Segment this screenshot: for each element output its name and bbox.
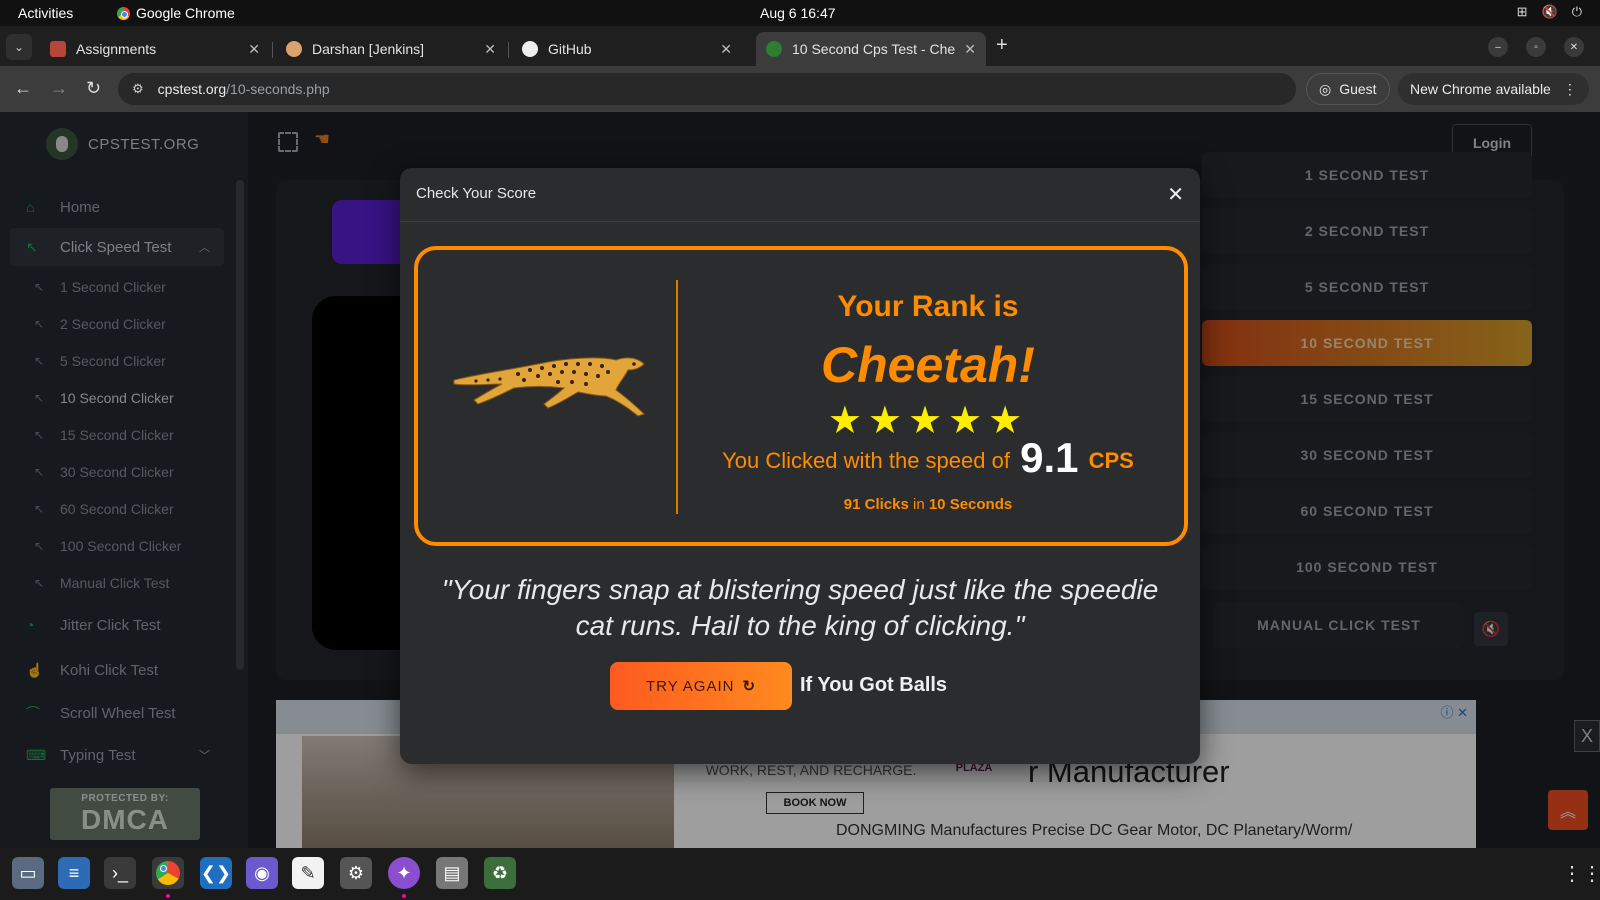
taskbar-dock: ▭ ≡ ›_ ❮❯ ◉ ✎ ⚙ ✦ ▤ ♻ ⋮⋮⋮ <box>0 848 1600 900</box>
guest-label: Guest <box>1339 81 1377 97</box>
cps-value: 9.1 <box>1020 434 1079 481</box>
chrome-app-icon[interactable] <box>152 857 184 898</box>
address-bar[interactable]: ⚙ cpstest.org/10-seconds.php <box>118 73 1296 105</box>
text-editor-icon[interactable]: ≡ <box>58 857 90 889</box>
clicks-count: 91 Clicks <box>843 496 909 513</box>
rank-name: Cheetah! <box>821 337 1035 393</box>
tab-title: Darshan [Jenkins] <box>312 41 425 57</box>
vscode-icon[interactable]: ❮❯ <box>200 857 232 889</box>
cheetah-image <box>448 334 658 434</box>
tab-title: GitHub <box>548 41 592 57</box>
app-menu[interactable]: Google Chrome <box>117 5 235 21</box>
profile-button[interactable]: ◎ Guest <box>1306 73 1390 105</box>
maximize-button[interactable]: ▫ <box>1526 37 1546 57</box>
url-host: cpstest.org <box>157 81 227 97</box>
app-name: Google Chrome <box>136 5 235 21</box>
activities-button[interactable]: Activities <box>18 5 73 21</box>
minimize-button[interactable]: – <box>1488 37 1508 57</box>
rank-label: Your Rank is <box>837 290 1019 323</box>
tab-github[interactable]: GitHub ✕ <box>512 32 742 66</box>
tab-divider <box>508 42 509 58</box>
cpstest-favicon-icon <box>766 41 782 57</box>
close-icon[interactable]: ✕ <box>484 41 496 58</box>
screenshot-icon[interactable]: ◉ <box>246 857 278 889</box>
volume-muted-icon: 🔇 <box>1541 4 1558 19</box>
tab-strip: ⌄ Assignments ✕ Darshan [Jenkins] ✕ GitH… <box>0 26 1600 66</box>
forward-button[interactable]: → <box>50 78 68 99</box>
app-launcher-icon[interactable]: ✦ <box>388 857 420 898</box>
close-icon[interactable]: ✕ <box>964 41 976 58</box>
person-icon: ◎ <box>1319 80 1332 97</box>
speed-line: You Clicked with the speed of 9.1 CPS <box>688 434 1168 482</box>
dare-text: If You Got Balls <box>800 674 948 696</box>
score-panel: Your Rank is Cheetah! ★★★★★ You Clicked … <box>414 246 1188 546</box>
close-icon: ✕ <box>1569 41 1579 53</box>
tab-title: 10 Second Cps Test - Che <box>792 41 956 57</box>
files-icon[interactable]: ▭ <box>12 857 44 889</box>
close-window-button[interactable]: ✕ <box>1564 37 1584 57</box>
trash-icon[interactable]: ♻ <box>484 857 516 889</box>
chevron-down-icon: ⌄ <box>13 40 25 54</box>
tab-jenkins[interactable]: Darshan [Jenkins] ✕ <box>276 32 506 66</box>
reload-icon: ↻ <box>86 78 102 98</box>
reload-button[interactable]: ↻ <box>86 78 101 99</box>
chrome-icon <box>117 6 130 20</box>
close-icon: ✕ <box>1167 184 1184 206</box>
arrow-left-icon: ← <box>14 78 32 98</box>
refresh-icon: ↻ <box>742 678 757 695</box>
plus-icon: + <box>996 34 1008 56</box>
try-again-label: TRY AGAIN <box>645 677 735 695</box>
panel-divider <box>676 280 678 514</box>
clock[interactable]: Aug 6 16:47 <box>760 5 836 21</box>
cps-unit: CPS <box>1088 448 1134 473</box>
more-vert-icon: ⋮ <box>1562 80 1577 97</box>
github-favicon-icon <box>522 41 538 57</box>
jenkins-favicon-icon <box>286 41 302 57</box>
assignments-favicon-icon <box>50 41 66 57</box>
tab-cps-test[interactable]: 10 Second Cps Test - Che ✕ <box>756 32 986 66</box>
update-chrome-button[interactable]: New Chrome available ⋮ <box>1398 73 1589 105</box>
rank-quote: "Your fingers snap at blistering speed j… <box>441 574 1159 641</box>
close-icon[interactable]: ✕ <box>720 41 732 58</box>
power-icon: ⏻ <box>1571 4 1582 19</box>
notes-icon[interactable]: ✎ <box>292 857 324 889</box>
url-path: /10-seconds.php <box>226 81 330 97</box>
show-apps-icon[interactable]: ⋮⋮⋮ <box>1562 864 1600 884</box>
arrow-right-icon: → <box>50 78 68 98</box>
site-info-icon[interactable]: ⚙ <box>132 81 144 97</box>
clicks-in: in <box>912 496 925 513</box>
test-duration: 10 Seconds <box>928 496 1013 513</box>
score-modal: Check Your Score ✕ Your Rank is Cheetah!… <box>400 168 1200 764</box>
disk-icon[interactable]: ▤ <box>436 857 468 889</box>
tab-assignments[interactable]: Assignments ✕ <box>40 32 270 66</box>
modal-close-button[interactable]: ✕ <box>1167 182 1184 207</box>
new-tab-button[interactable]: + <box>996 34 1008 57</box>
maximize-icon: ▫ <box>1534 41 1538 53</box>
tab-search-button[interactable]: ⌄ <box>6 34 32 60</box>
terminal-icon[interactable]: ›_ <box>104 857 136 889</box>
chrome-icon <box>156 861 180 885</box>
close-icon[interactable]: ✕ <box>248 41 260 58</box>
network-icon: ⊞ <box>1516 4 1528 19</box>
tab-title: Assignments <box>76 41 157 57</box>
system-tray[interactable]: ⊞ 🔇 ⏻ <box>1517 4 1582 20</box>
modal-header: Check Your Score ✕ <box>400 168 1200 222</box>
modal-title: Check Your Score <box>416 185 537 202</box>
clicks-summary: 91 Clicks in 10 Seconds <box>718 496 1138 513</box>
speed-prefix: You Clicked with the speed of <box>722 448 1010 473</box>
tab-divider <box>272 42 273 58</box>
system-top-bar: Activities Google Chrome Aug 6 16:47 ⊞ 🔇… <box>0 0 1600 26</box>
try-again-button[interactable]: TRY AGAIN ↻ <box>610 662 792 710</box>
minimize-icon: – <box>1495 41 1501 53</box>
back-button[interactable]: ← <box>14 78 32 99</box>
update-label: New Chrome available <box>1410 81 1551 97</box>
settings-icon[interactable]: ⚙ <box>340 857 372 889</box>
browser-toolbar: ← → ↻ ⚙ cpstest.org/10-seconds.php ◎ Gue… <box>0 66 1600 112</box>
